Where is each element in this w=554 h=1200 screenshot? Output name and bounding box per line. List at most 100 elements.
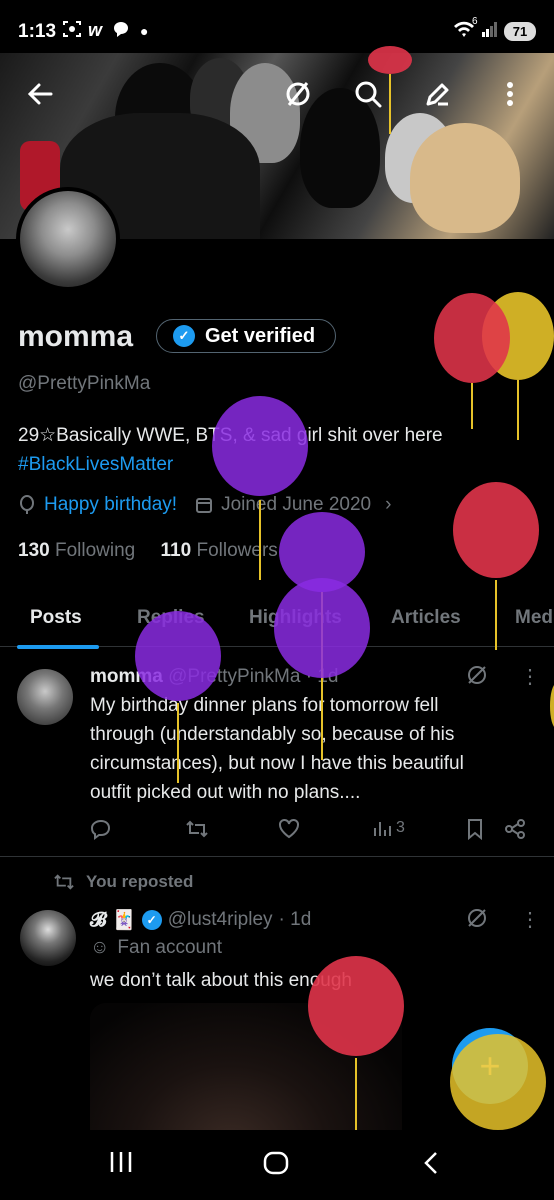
active-tab-indicator (17, 645, 99, 649)
post-divider (0, 856, 554, 857)
grok-post-button[interactable] (466, 907, 488, 934)
search-icon (355, 81, 382, 108)
chat-icon (112, 20, 130, 43)
more-button[interactable] (490, 74, 530, 114)
tab-posts[interactable]: Posts (30, 607, 82, 629)
birthday-link[interactable]: Happy birthday! (44, 494, 177, 516)
post-text-line: outfit picked out with no plans.... (90, 782, 361, 803)
post-handle: @PrettyPinkMa (168, 666, 301, 687)
following-count: 130 (18, 540, 50, 561)
tab-replies[interactable]: Replies (137, 607, 205, 629)
grok-icon (468, 909, 486, 927)
profile-handle: @PrettyPinkMa (18, 373, 151, 394)
post-author[interactable]: momma (90, 666, 163, 687)
post-time: · 1d (278, 909, 312, 930)
post-more-icon[interactable]: ⋮ (520, 664, 540, 689)
post-header: 𝓑 🃏 ✓ @lust4ripley · 1d (90, 908, 311, 932)
post-handle: @lust4ripley (167, 909, 273, 930)
grok-icon (286, 82, 310, 106)
status-bar: 1:13 w ● 6 71 (0, 0, 554, 58)
profile-meta: Happy birthday! Joined June 2020 › (18, 494, 391, 516)
profile-avatar[interactable] (16, 187, 120, 291)
bio-text: 29☆Basically WWE, BTS, & sad girl shit o… (18, 425, 443, 446)
verified-badge-icon: ✓ (173, 325, 195, 347)
post-time: · 1d (305, 666, 339, 687)
plus-icon: + (479, 1045, 501, 1086)
fan-account-label: Fan account (117, 937, 222, 958)
chevron-left-icon (424, 1152, 437, 1174)
balloon-icon (434, 293, 510, 429)
search-button[interactable] (348, 74, 388, 114)
back-nav-button[interactable] (420, 1150, 442, 1181)
chevron-right-icon[interactable]: › (385, 494, 391, 516)
reposted-label: You reposted (86, 872, 194, 891)
post-header: momma @PrettyPinkMa · 1d (90, 666, 338, 688)
status-time: 1:13 (18, 21, 57, 42)
signal-icon (481, 20, 499, 43)
bookmark-button[interactable] (465, 818, 485, 840)
calendar-icon (196, 498, 213, 513)
heart-icon (279, 818, 299, 839)
verified-badge-icon: ✓ (141, 910, 162, 930)
post-avatar[interactable] (20, 910, 76, 966)
balloon-icon (482, 292, 554, 440)
balloon-icon (20, 495, 34, 514)
post-text: we don’t talk about this enough (90, 970, 352, 991)
joined-date: Joined June 2020 (221, 494, 372, 515)
views-icon (374, 822, 391, 836)
post-text-line: My birthday dinner plans for tomorrow fe… (90, 695, 439, 716)
tab-articles[interactable]: Articles (391, 607, 461, 629)
screenshot-icon (62, 20, 82, 43)
recent-apps-button[interactable] (108, 1150, 134, 1179)
post-more-icon[interactable]: ⋮ (520, 907, 540, 932)
post-text-line: through (understandably so, because of h… (90, 724, 455, 745)
reply-icon (90, 819, 111, 840)
post-text: My birthday dinner plans for tomorrow fe… (90, 691, 464, 807)
repost-indicator: You reposted (52, 872, 193, 892)
reply-button[interactable] (90, 818, 112, 840)
more-vertical-icon (507, 82, 513, 106)
repost-button[interactable] (185, 818, 209, 840)
recent-apps-icon (110, 1152, 132, 1172)
followers-count: 110 (160, 540, 192, 561)
dot-icon: ● (140, 23, 149, 39)
edit-icon (426, 83, 449, 106)
compose-button[interactable]: + (452, 1028, 528, 1104)
edit-button[interactable] (418, 74, 458, 114)
balloon-icon (550, 685, 554, 727)
grok-icon (468, 666, 486, 684)
w-app-icon: w (88, 20, 103, 40)
repost-icon (186, 820, 208, 838)
home-button[interactable] (262, 1150, 290, 1181)
followers-link[interactable]: 110 Followers (161, 540, 278, 561)
repost-icon (54, 874, 74, 890)
profile-bio: 29☆Basically WWE, BTS, & sad girl shit o… (18, 421, 443, 479)
post-text-line: circumstances), but now I have this beau… (90, 753, 464, 774)
post-avatar[interactable] (17, 669, 73, 725)
get-verified-label: Get verified (205, 324, 316, 347)
arrow-left-icon (27, 83, 53, 105)
views-count: 3 (396, 819, 405, 836)
tab-highlights[interactable]: Highlights (249, 607, 342, 629)
followers-label: Followers (196, 540, 278, 561)
back-button[interactable] (20, 74, 60, 114)
profile-tabs: Posts Replies Highlights Articles Media (0, 595, 554, 647)
post-actions: 3 (0, 818, 554, 844)
post-sublabel: ☺ Fan account (90, 937, 222, 959)
mask-icon: ☺ (90, 937, 110, 958)
following-link[interactable]: 130 Following (18, 540, 135, 561)
share-button[interactable] (504, 818, 526, 840)
tab-media[interactable]: Media (515, 607, 554, 629)
display-name: momma (18, 320, 134, 353)
views-button[interactable]: 3 (372, 818, 405, 838)
grok-post-button[interactable] (466, 664, 488, 691)
like-button[interactable] (278, 818, 300, 840)
wifi-label: 6 (472, 16, 478, 27)
get-verified-button[interactable]: ✓ Get verified (156, 319, 336, 353)
post-author[interactable]: 𝓑 🃏 (90, 908, 136, 932)
grok-button[interactable] (278, 74, 318, 114)
banner-person (410, 123, 520, 233)
follow-stats: 130 Following 110 Followers (18, 540, 278, 562)
bio-hashtag-link[interactable]: #BlackLivesMatter (18, 450, 443, 479)
share-icon (505, 819, 525, 839)
